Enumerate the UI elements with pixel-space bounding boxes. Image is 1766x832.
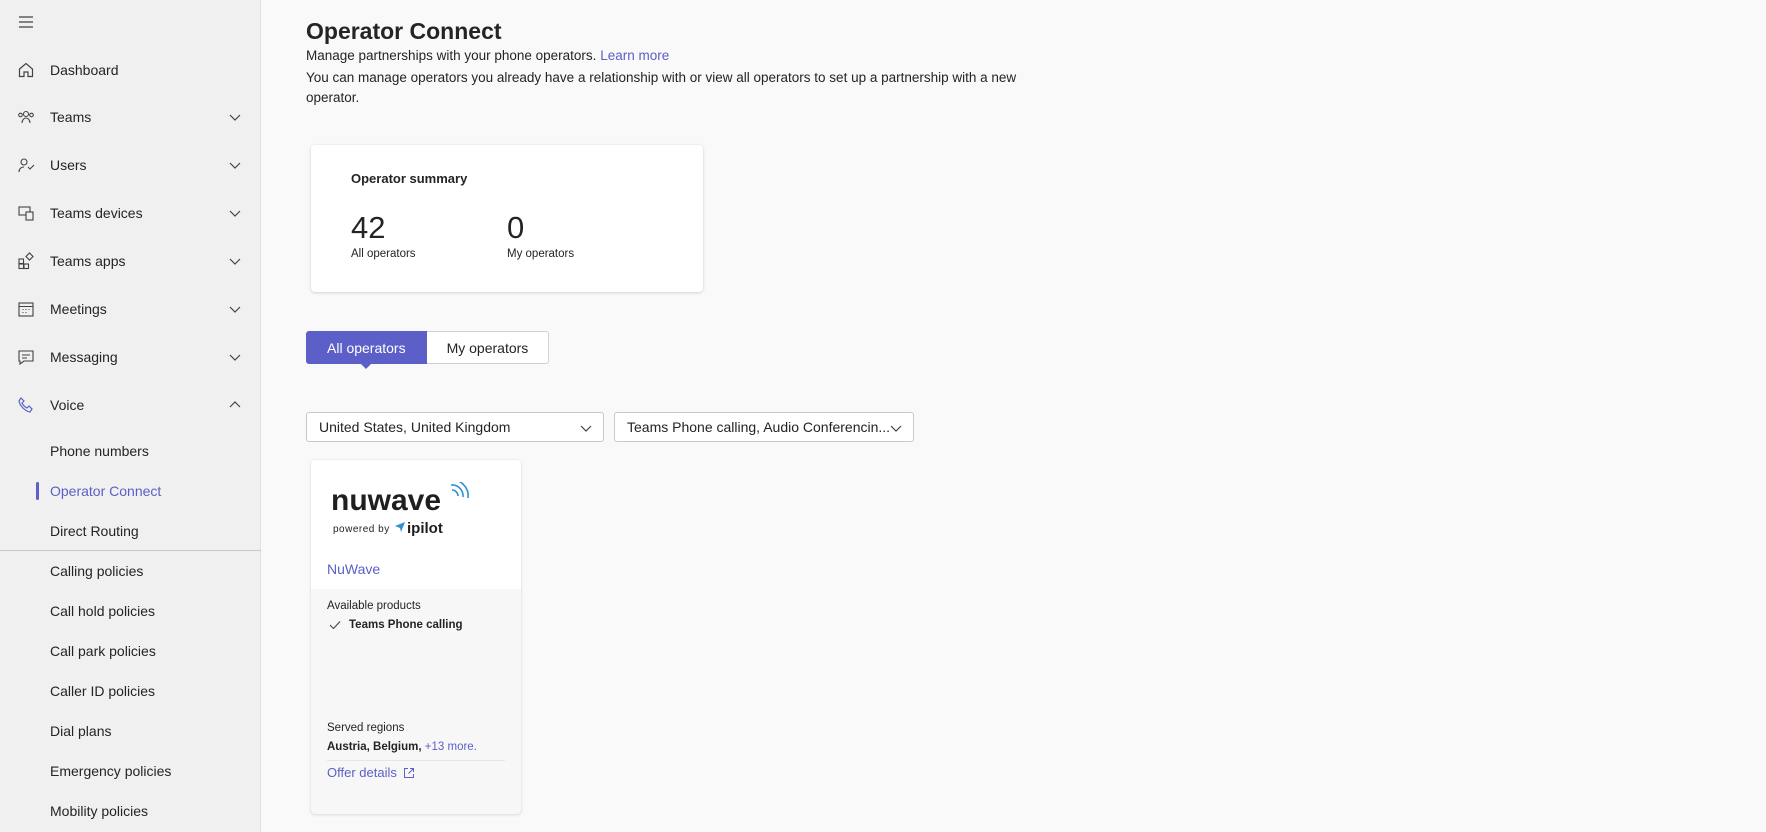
chevron-down-icon bbox=[229, 114, 241, 121]
hamburger-menu-icon[interactable] bbox=[16, 12, 36, 32]
sub-label: Emergency policies bbox=[50, 763, 172, 779]
chevron-down-icon bbox=[229, 258, 241, 265]
operator-tabs: All operators My operators bbox=[306, 331, 550, 369]
sidebar-item-phone-numbers[interactable]: Phone numbers bbox=[0, 431, 261, 471]
users-icon bbox=[17, 156, 35, 174]
checkmark-icon bbox=[329, 621, 341, 630]
home-icon bbox=[17, 61, 35, 79]
nav-label: Voice bbox=[50, 397, 85, 413]
operator-card-nuwave[interactable]: nuwave powered by ipilot NuWave Availabl… bbox=[311, 460, 521, 814]
sidebar-item-call-hold-policies[interactable]: Call hold policies bbox=[0, 591, 261, 631]
active-indicator bbox=[36, 482, 39, 500]
main-content: Operator Connect Manage partnerships wit… bbox=[262, 0, 1766, 832]
description-text: Manage partnerships with your phone oper… bbox=[306, 48, 597, 63]
app-root: Dashboard Teams Users Teams devices Team… bbox=[0, 0, 1766, 832]
page-description: Manage partnerships with your phone oper… bbox=[306, 48, 669, 63]
nav-item-messaging[interactable]: Messaging bbox=[0, 337, 261, 377]
logo-brand: ipilot bbox=[407, 520, 443, 537]
external-link-icon bbox=[403, 767, 414, 778]
sidebar-item-mobility-policies[interactable]: Mobility policies bbox=[0, 791, 261, 831]
nav-item-voice[interactable]: Voice bbox=[0, 385, 261, 425]
product-filter-value: Teams Phone calling, Audio Conferencin..… bbox=[627, 419, 891, 435]
chevron-down-icon bbox=[229, 210, 241, 217]
calendar-icon bbox=[17, 300, 35, 318]
all-operators-label: All operators bbox=[351, 248, 416, 260]
sidebar-item-call-park-policies[interactable]: Call park policies bbox=[0, 631, 261, 671]
product-item: Teams Phone calling bbox=[329, 619, 463, 631]
my-operators-count: 0 bbox=[507, 210, 525, 245]
nav-label: Teams apps bbox=[50, 253, 126, 269]
chevron-down-icon bbox=[229, 162, 241, 169]
apps-icon bbox=[17, 252, 35, 270]
sub-label: Calling policies bbox=[50, 563, 144, 579]
nav-item-users[interactable]: Users bbox=[0, 145, 261, 185]
sidebar-item-emergency-policies[interactable]: Emergency policies bbox=[0, 751, 261, 791]
phone-icon bbox=[17, 396, 35, 414]
nav-label: Dashboard bbox=[50, 62, 119, 78]
operator-summary-card: Operator summary 42 All operators 0 My o… bbox=[311, 145, 703, 292]
sub-label: Call hold policies bbox=[50, 603, 156, 619]
chevron-up-icon bbox=[229, 401, 241, 408]
region-filter-value: United States, United Kingdom bbox=[319, 419, 511, 435]
left-nav: Dashboard Teams Users Teams devices Team… bbox=[0, 0, 261, 832]
all-operators-stat: 42 All operators bbox=[351, 210, 416, 260]
offer-details-link[interactable]: Offer details bbox=[327, 765, 415, 780]
card-divider bbox=[327, 760, 505, 761]
more-regions-link[interactable]: +13 more. bbox=[425, 741, 477, 753]
all-operators-count: 42 bbox=[351, 210, 386, 245]
sub-label: Direct Routing bbox=[50, 523, 139, 539]
my-operators-stat: 0 My operators bbox=[507, 210, 574, 260]
logo-tagline: powered by bbox=[333, 524, 390, 535]
product-filter-dropdown[interactable]: Teams Phone calling, Audio Conferencin..… bbox=[614, 412, 914, 442]
region-filter-dropdown[interactable]: United States, United Kingdom bbox=[306, 412, 604, 442]
page-title: Operator Connect bbox=[306, 18, 502, 44]
chevron-down-icon bbox=[229, 354, 241, 361]
product-name: Teams Phone calling bbox=[349, 619, 463, 631]
sub-label: Phone numbers bbox=[50, 443, 149, 459]
nav-label: Teams bbox=[50, 109, 92, 125]
nav-label: Meetings bbox=[50, 301, 107, 317]
sidebar-item-direct-routing[interactable]: Direct Routing bbox=[0, 511, 261, 551]
sub-label: Mobility policies bbox=[50, 803, 149, 819]
sub-label: Caller ID policies bbox=[50, 683, 156, 699]
sidebar-item-caller-id-policies[interactable]: Caller ID policies bbox=[0, 671, 261, 711]
summary-title: Operator summary bbox=[351, 171, 468, 186]
sidebar-item-operator-connect[interactable]: Operator Connect bbox=[0, 471, 261, 511]
regions-list: Austria, Belgium, bbox=[327, 741, 422, 753]
nav-label: Users bbox=[50, 157, 87, 173]
teams-icon bbox=[17, 108, 35, 126]
nav-item-teams-devices[interactable]: Teams devices bbox=[0, 193, 261, 233]
available-products-label: Available products bbox=[327, 600, 421, 612]
served-regions: Austria, Belgium, +13 more. bbox=[327, 741, 477, 753]
sub-label: Operator Connect bbox=[50, 483, 162, 499]
chevron-down-icon bbox=[229, 306, 241, 313]
served-regions-label: Served regions bbox=[327, 722, 405, 734]
learn-more-link[interactable]: Learn more bbox=[600, 48, 669, 63]
logo-word: nuwave bbox=[331, 484, 441, 517]
nav-item-dashboard[interactable]: Dashboard bbox=[0, 50, 261, 90]
chevron-down-icon bbox=[580, 425, 592, 432]
offer-details-label: Offer details bbox=[327, 765, 397, 780]
nav-item-meetings[interactable]: Meetings bbox=[0, 289, 261, 329]
sub-label: Dial plans bbox=[50, 723, 112, 739]
sidebar-item-calling-policies[interactable]: Calling policies bbox=[0, 551, 261, 591]
my-operators-label: My operators bbox=[507, 248, 575, 260]
sidebar-item-dial-plans[interactable]: Dial plans bbox=[0, 711, 261, 751]
nav-item-teams-apps[interactable]: Teams apps bbox=[0, 241, 261, 281]
sub-label: Call park policies bbox=[50, 643, 156, 659]
page-description-detail: You can manage operators you already hav… bbox=[306, 70, 1017, 105]
operator-card-header: nuwave powered by ipilot NuWave bbox=[311, 460, 521, 589]
devices-icon bbox=[17, 204, 35, 222]
tab-my-operators[interactable]: My operators bbox=[426, 331, 550, 364]
chevron-down-icon bbox=[890, 425, 902, 432]
nav-label: Teams devices bbox=[50, 205, 143, 221]
nav-item-teams[interactable]: Teams bbox=[0, 97, 261, 137]
operator-name-link[interactable]: NuWave bbox=[327, 561, 380, 577]
nuwave-logo: nuwave powered by ipilot bbox=[331, 482, 469, 537]
chat-icon bbox=[17, 348, 35, 366]
tab-all-operators[interactable]: All operators bbox=[306, 331, 427, 369]
nav-label: Messaging bbox=[50, 349, 118, 365]
